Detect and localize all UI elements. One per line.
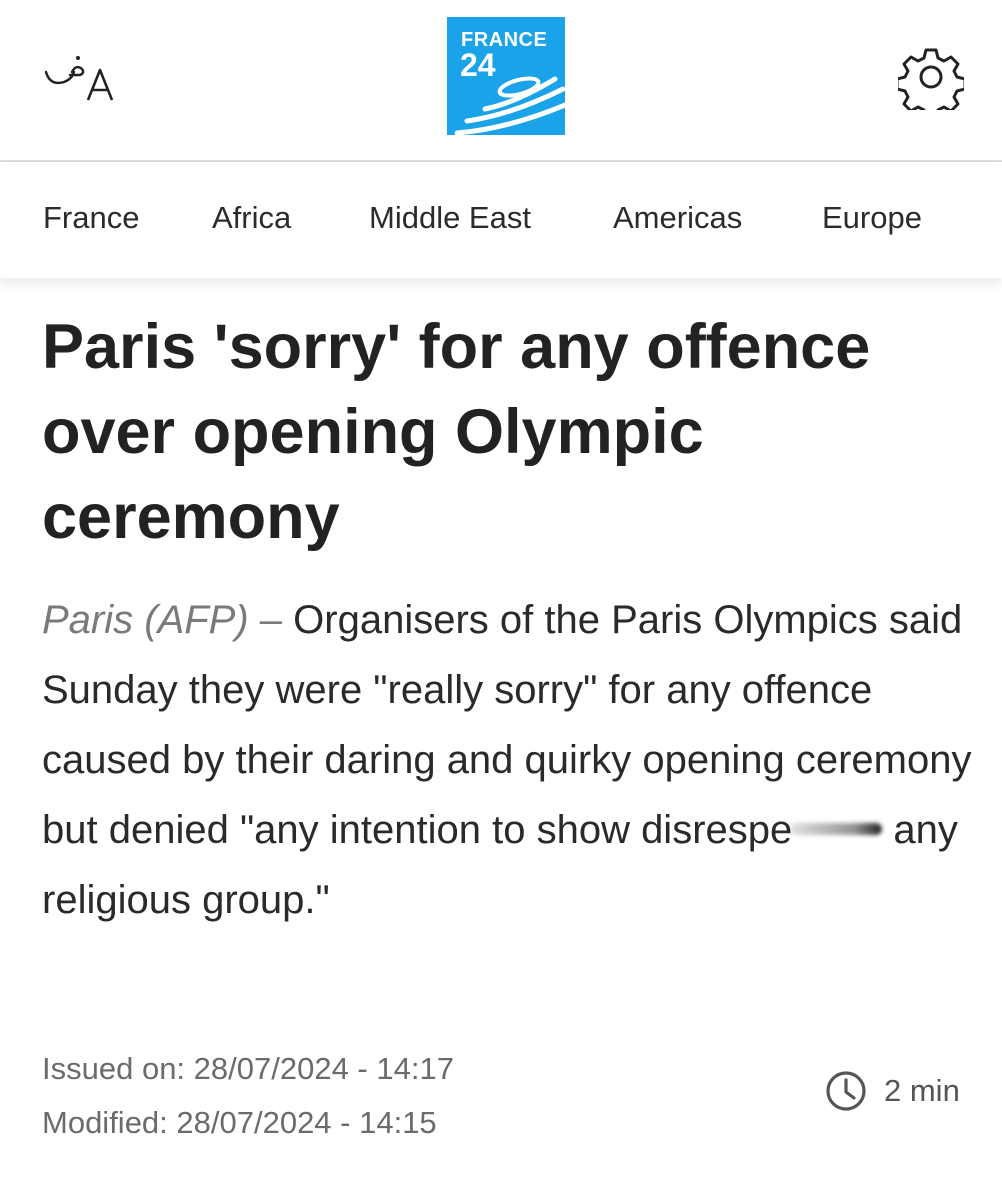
clock-icon (826, 1071, 866, 1111)
article-title: Paris 'sorry' for any offence over openi… (42, 312, 871, 552)
nav-item-europe[interactable]: Europe (822, 200, 922, 236)
france24-logo[interactable]: FRANCE 24 (447, 17, 565, 135)
issued-on: Issued on: 28/07/2024 - 14:17 (42, 1051, 454, 1086)
read-time-label: 2 min (884, 1073, 960, 1108)
logo-rings-icon (454, 76, 565, 135)
nav-item-africa[interactable]: Africa (212, 200, 291, 236)
read-time: 2 min (824, 1068, 960, 1114)
modified-on: Modified: 28/07/2024 - 14:15 (42, 1105, 437, 1140)
section-nav: France Africa Middle East Americas Europ… (0, 162, 1002, 278)
nav-item-middle-east[interactable]: Middle East (369, 200, 531, 236)
blurred-overlay (790, 823, 883, 835)
nav-item-france[interactable]: France (43, 200, 139, 236)
language-switch-icon[interactable] (42, 52, 122, 104)
nav-scroll-fade (922, 162, 1002, 278)
article-lead: Paris (AFP) – Organisers of the Paris Ol… (42, 585, 977, 935)
gear-icon[interactable] (895, 44, 967, 120)
article-dateline: Paris (AFP) – (42, 598, 283, 642)
top-bar: FRANCE 24 (0, 0, 1002, 162)
article-meta: Issued on: 28/07/2024 - 14:17 Modified: … (42, 1042, 454, 1150)
nav-item-americas[interactable]: Americas (613, 200, 742, 236)
